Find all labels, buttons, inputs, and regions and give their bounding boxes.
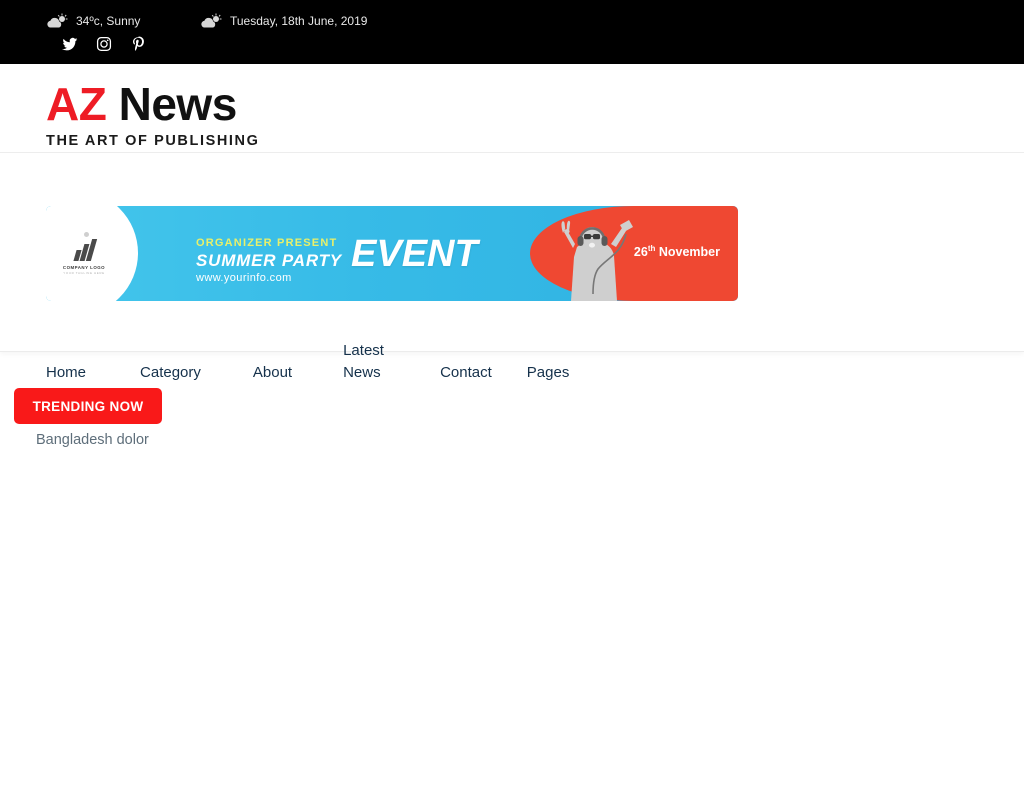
date-info: Tuesday, 18th June, 2019 <box>200 13 367 29</box>
banner-url: www.yourinfo.com <box>196 272 292 284</box>
date-text: Tuesday, 18th June, 2019 <box>230 14 368 28</box>
nav-item-home[interactable]: Home <box>46 362 86 384</box>
banner-event-date: 26th November <box>634 244 720 259</box>
banner-event-word: EVENT <box>351 233 478 275</box>
banner-company-logo: COMPANY LOGO YOUR TAGLINE HERE <box>46 206 138 301</box>
site-header: AZ News THE ART OF PUBLISHING COMPANY LO… <box>0 64 1024 381</box>
sun-cloud-icon <box>46 13 68 29</box>
weather-info: 34ºc, Sunny <box>46 13 140 29</box>
nav-item-pages[interactable]: Pages <box>527 362 570 384</box>
trending-item[interactable]: Bangladesh dolor <box>36 430 149 450</box>
logo-bars-icon <box>72 238 97 261</box>
nav-item-category[interactable]: Category <box>140 362 201 384</box>
site-logo[interactable]: AZ News THE ART OF PUBLISHING <box>46 78 266 149</box>
twitter-icon[interactable] <box>62 36 78 52</box>
company-logo-text: COMPANY LOGO <box>62 264 106 270</box>
banner-ad[interactable]: COMPANY LOGO YOUR TAGLINE HERE ORGANIZER… <box>46 206 738 301</box>
logo-text-news: News <box>106 78 238 130</box>
trending-now-badge[interactable]: TRENDING NOW <box>14 388 162 424</box>
nav-item-about[interactable]: About <box>253 362 292 384</box>
instagram-icon[interactable] <box>96 36 112 52</box>
social-links <box>62 36 146 52</box>
company-logo-sub: YOUR TAGLINE HERE <box>63 270 105 275</box>
nav-item-contact[interactable]: Contact <box>440 362 492 384</box>
banner-organizer-text: ORGANIZER PRESENT <box>196 237 338 249</box>
banner-date-month: November <box>655 245 720 260</box>
pinterest-icon[interactable] <box>130 36 146 52</box>
banner-headline: SUMMER PARTY <box>196 251 342 270</box>
banner-copy: ORGANIZER PRESENT SUMMER PARTY www.youri… <box>196 236 342 286</box>
logo-text-az: AZ <box>46 78 107 130</box>
main-navigation: Home Category About Latest News Contact … <box>46 328 569 384</box>
sun-cloud-icon <box>200 13 222 29</box>
top-bar: 34ºc, Sunny Tuesday, 18th June, 2019 <box>0 0 1024 64</box>
logo-wordmark: AZ News <box>46 78 266 130</box>
header-divider <box>0 152 1024 153</box>
banner-date-number: 26 <box>633 245 648 260</box>
weather-text: 34ºc, Sunny <box>76 14 141 28</box>
nav-item-latest-news[interactable]: Latest News <box>343 340 405 384</box>
logo-tagline: THE ART OF PUBLISHING <box>46 133 260 149</box>
logo-dot-icon <box>83 231 89 237</box>
